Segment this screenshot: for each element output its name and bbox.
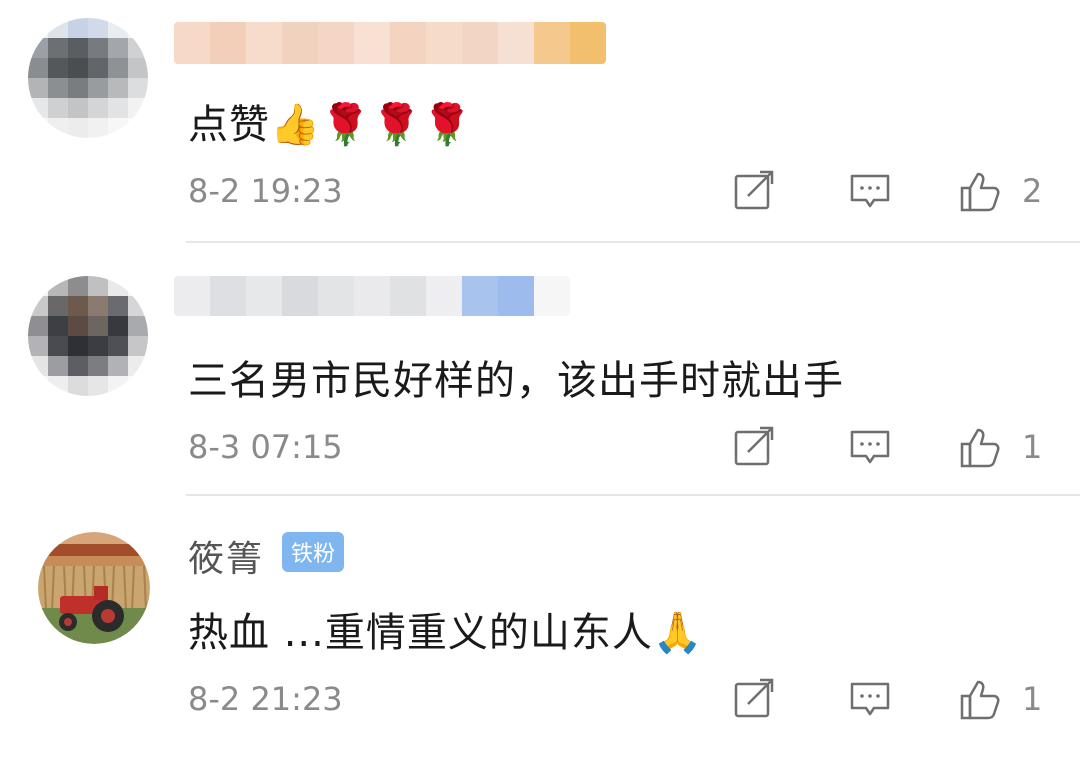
- reply-icon[interactable]: [848, 170, 892, 214]
- comment-time: 8-2 21:23: [188, 680, 343, 718]
- comment-item[interactable]: 点赞👍🌹🌹🌹 8-2 19:23 2: [0, 0, 1080, 252]
- avatar-blurred[interactable]: [28, 18, 148, 138]
- username[interactable]: 筱箐: [188, 530, 264, 582]
- username-blurred[interactable]: [174, 276, 570, 316]
- avatar-blurred[interactable]: [28, 276, 148, 396]
- reply-icon[interactable]: [848, 426, 892, 470]
- comment-text: 点赞👍🌹🌹🌹: [188, 102, 474, 148]
- comment-item[interactable]: 筱箐 铁粉 热血 ...重情重义的山东人🙏 8-2 21:23 1: [0, 508, 1080, 760]
- divider: [186, 241, 1080, 243]
- tractor-avatar-image: [38, 532, 150, 644]
- fan-badge: 铁粉: [282, 532, 344, 572]
- share-icon[interactable]: [732, 678, 776, 722]
- divider: [186, 494, 1080, 496]
- avatar-pixelation: [28, 18, 148, 138]
- comment-item[interactable]: 三名男市民好样的，该出手时就出手 8-3 07:15 1: [0, 256, 1080, 508]
- comment-time: 8-2 19:23: [188, 172, 343, 210]
- comment-time: 8-3 07:15: [188, 428, 343, 466]
- avatar-tractor[interactable]: [38, 532, 150, 644]
- like-icon[interactable]: [958, 678, 1002, 722]
- comment-text: 三名男市民好样的，该出手时就出手: [188, 358, 844, 404]
- comment-text: 热血 ...重情重义的山东人🙏: [188, 610, 704, 656]
- avatar-pixelation: [28, 276, 148, 396]
- like-icon[interactable]: [958, 170, 1002, 214]
- username-blurred[interactable]: [174, 22, 606, 64]
- reply-icon[interactable]: [848, 678, 892, 722]
- like-count: 1: [1022, 680, 1043, 718]
- like-count: 2: [1022, 172, 1043, 210]
- like-icon[interactable]: [958, 426, 1002, 470]
- share-icon[interactable]: [732, 170, 776, 214]
- like-count: 1: [1022, 428, 1043, 466]
- share-icon[interactable]: [732, 426, 776, 470]
